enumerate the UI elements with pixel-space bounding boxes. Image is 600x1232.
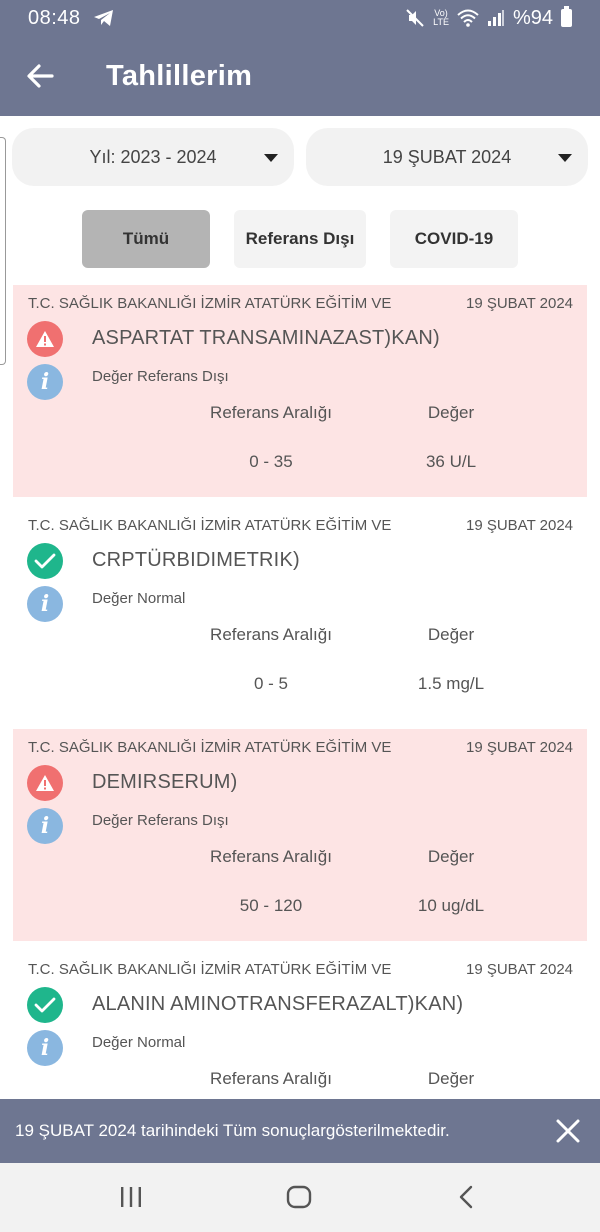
system-nav-bar: [0, 1163, 600, 1232]
results-list: T.C. SAĞLIK BAKANLIĞI İZMİR ATATÜRK EĞİT…: [13, 285, 587, 1173]
hospital-name: T.C. SAĞLIK BAKANLIĞI İZMİR ATATÜRK EĞİT…: [28, 295, 392, 312]
result-card[interactable]: T.C. SAĞLIK BAKANLIĞI İZMİR ATATÜRK EĞİT…: [13, 729, 587, 941]
arrow-left-icon: [27, 64, 54, 88]
value-label: Değer: [427, 625, 475, 644]
value-label: Değer: [427, 1069, 475, 1088]
info-icon[interactable]: i: [27, 808, 63, 844]
test-name: CRPTÜRBIDIMETRIK): [92, 549, 300, 571]
value-label: Değer: [427, 847, 475, 866]
back-button[interactable]: [0, 36, 80, 116]
result-status: Değer Normal: [92, 1034, 186, 1051]
snackbar-message: 19 ŞUBAT 2024 tarihindeki Tüm sonuçlargö…: [15, 1121, 450, 1140]
signal-icon: [487, 10, 504, 26]
recent-apps-button[interactable]: [111, 1181, 151, 1213]
result-status: Değer Referans Dışı: [92, 812, 229, 829]
battery-icon: [561, 6, 572, 27]
filter-tabs: Tümü Referans Dışı COVID-19: [82, 210, 518, 268]
check-icon: [27, 543, 63, 579]
value-label: Değer: [427, 403, 475, 422]
range-label: Referans Aralığı: [210, 847, 332, 866]
result-card[interactable]: T.C. SAĞLIK BAKANLIĞI İZMİR ATATÜRK EĞİT…: [13, 285, 587, 497]
info-icon[interactable]: i: [27, 364, 63, 400]
date-dropdown-value: 19 ŞUBAT 2024: [382, 146, 512, 167]
test-name: ASPARTAT TRANSAMINAZAST)KAN): [92, 327, 440, 349]
warning-icon: [27, 765, 63, 801]
result-value: 10 ug/dL: [417, 896, 485, 915]
result-status: Değer Normal: [92, 590, 186, 607]
result-value: 36 U/L: [425, 452, 477, 471]
tab-out-of-range[interactable]: Referans Dışı: [234, 210, 366, 268]
chevron-left-icon: [459, 1185, 473, 1209]
range-label: Referans Aralığı: [210, 625, 332, 644]
app-bar: Tahlillerim: [0, 36, 600, 116]
caret-down-icon: [264, 154, 278, 162]
snackbar: 19 ŞUBAT 2024 tarihindeki Tüm sonuçlargö…: [0, 1099, 600, 1163]
status-time: 08:48: [28, 6, 81, 29]
snackbar-close-button[interactable]: [554, 1117, 582, 1145]
result-status: Değer Referans Dışı: [92, 368, 229, 385]
recent-apps-icon: [121, 1187, 141, 1207]
range-value: 50 - 120: [239, 896, 303, 915]
tab-covid-19[interactable]: COVID-19: [390, 210, 518, 268]
info-icon[interactable]: i: [27, 1030, 63, 1066]
home-icon: [286, 1185, 312, 1209]
year-dropdown[interactable]: Yıl: 2023 - 2024: [12, 128, 294, 186]
result-value: 1.5 mg/L: [417, 674, 485, 693]
result-card[interactable]: T.C. SAĞLIK BAKANLIĞI İZMİR ATATÜRK EĞİT…: [13, 507, 587, 719]
system-back-button[interactable]: [446, 1181, 486, 1213]
info-icon[interactable]: i: [27, 586, 63, 622]
warning-icon: [27, 321, 63, 357]
range-label: Referans Aralığı: [210, 1069, 332, 1088]
result-date: 19 ŞUBAT 2024: [465, 517, 573, 534]
status-bar: 08:48 Vo) LTE %94: [0, 0, 600, 36]
mute-icon: [406, 9, 424, 27]
caret-down-icon: [558, 154, 572, 162]
range-label: Referans Aralığı: [210, 403, 332, 422]
hospital-name: T.C. SAĞLIK BAKANLIĞI İZMİR ATATÜRK EĞİT…: [28, 961, 392, 978]
tab-all[interactable]: Tümü: [82, 210, 210, 268]
close-icon: [556, 1119, 580, 1143]
range-value: 0 - 35: [249, 452, 293, 471]
year-dropdown-value: Yıl: 2023 - 2024: [89, 146, 217, 167]
filter-row: Yıl: 2023 - 2024 19 ŞUBAT 2024: [12, 128, 588, 186]
home-button[interactable]: [279, 1181, 319, 1213]
range-value: 0 - 5: [253, 674, 289, 693]
telegram-icon: [93, 10, 113, 26]
hospital-name: T.C. SAĞLIK BAKANLIĞI İZMİR ATATÜRK EĞİT…: [28, 517, 392, 534]
result-date: 19 ŞUBAT 2024: [465, 295, 573, 312]
test-name: ALANIN AMINOTRANSFERAZALT)KAN): [92, 993, 464, 1015]
wifi-icon: [457, 9, 479, 27]
battery-level: %94: [512, 6, 553, 29]
test-name: DEMIRSERUM): [92, 771, 238, 793]
hospital-name: T.C. SAĞLIK BAKANLIĞI İZMİR ATATÜRK EĞİT…: [28, 739, 392, 756]
date-dropdown[interactable]: 19 ŞUBAT 2024: [306, 128, 588, 186]
result-date: 19 ŞUBAT 2024: [465, 739, 573, 756]
side-drawer-handle[interactable]: [0, 137, 6, 365]
result-date: 19 ŞUBAT 2024: [465, 961, 573, 978]
volte-icon: Vo) LTE: [433, 8, 449, 27]
check-icon: [27, 987, 63, 1023]
page-title: Tahlillerim: [106, 59, 253, 92]
